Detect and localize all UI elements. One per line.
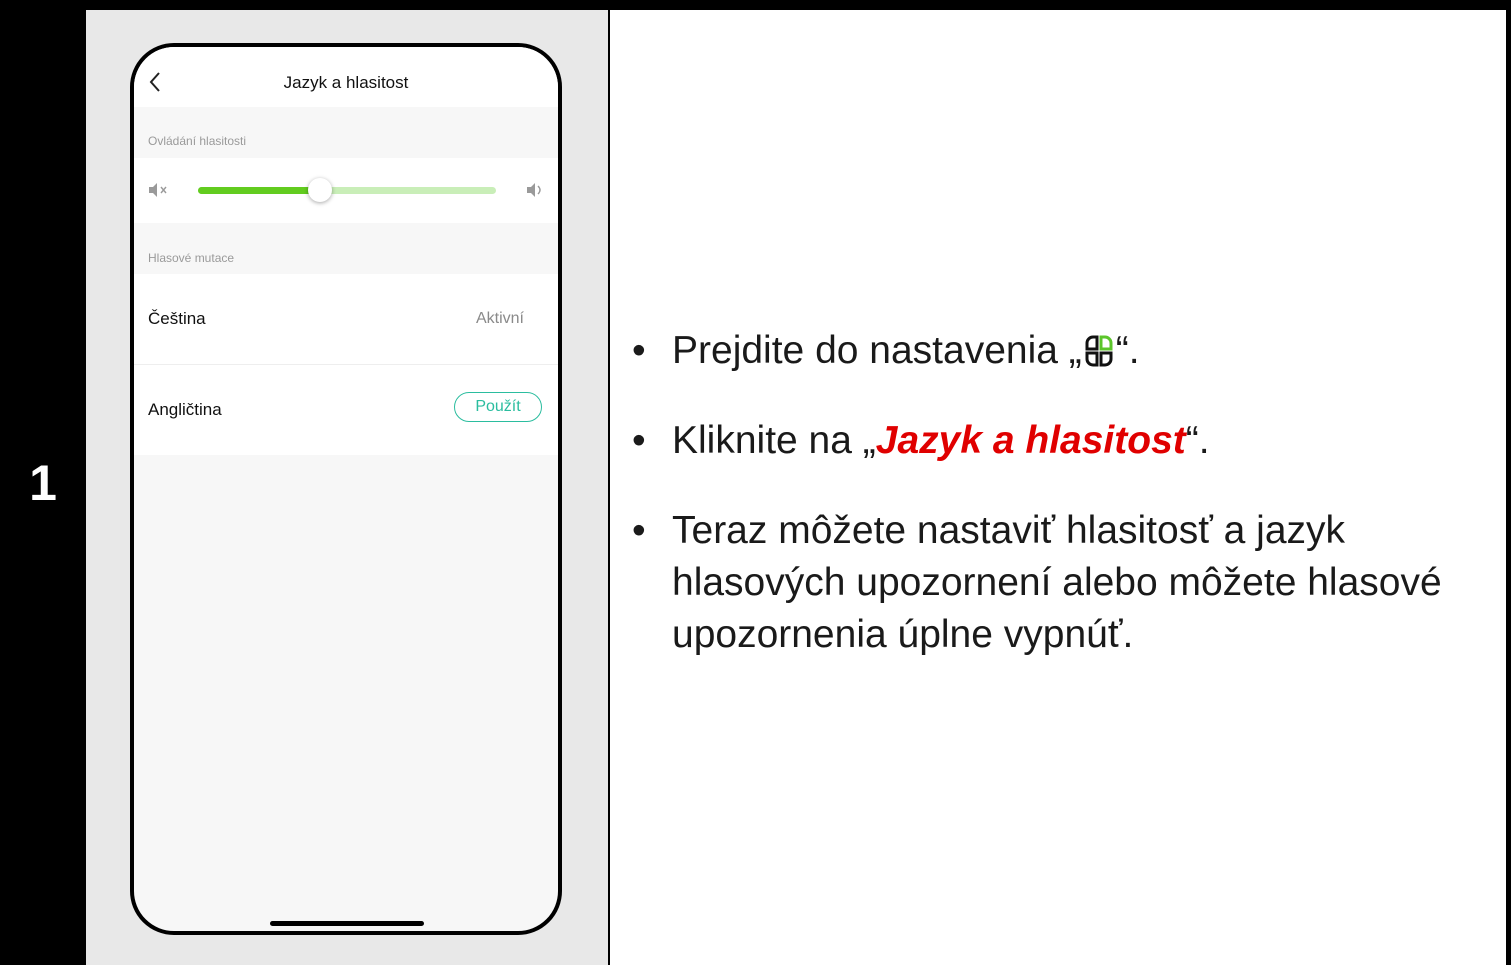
volume-up-icon bbox=[527, 183, 541, 197]
volume-control bbox=[134, 158, 558, 223]
instruction-text: Prejdite do nastavenia „ bbox=[672, 329, 1082, 372]
instruction-text: Kliknite na „ bbox=[672, 419, 876, 462]
instruction-list: • Prejdite do nastavenia „ “. • Kliknite… bbox=[622, 325, 1482, 699]
instruction-item: • Kliknite na „Jazyk a hlasitost“. bbox=[622, 415, 1482, 467]
bullet: • bbox=[632, 329, 646, 372]
app-header: Jazyk a hlasitost bbox=[134, 47, 558, 107]
volume-slider[interactable] bbox=[198, 178, 496, 202]
step-number: 1 bbox=[29, 454, 57, 511]
settings-grid-icon bbox=[1085, 335, 1113, 367]
step-column: 1 bbox=[0, 10, 86, 965]
column-divider bbox=[608, 10, 610, 965]
language-row-czech[interactable]: Čeština Aktivní bbox=[134, 274, 558, 365]
bullet: • bbox=[632, 509, 646, 552]
instruction-item: • Teraz môžete nastaviť hlasitosť a jazy… bbox=[622, 505, 1482, 661]
volume-slider-thumb[interactable] bbox=[308, 178, 333, 202]
home-indicator[interactable] bbox=[270, 921, 424, 926]
highlighted-menu-name: Jazyk a hlasitost bbox=[875, 419, 1186, 462]
top-border bbox=[0, 0, 1511, 10]
volume-section-label: Ovládání hlasitosti bbox=[148, 134, 247, 148]
language-name: Angličtina bbox=[148, 400, 222, 419]
language-status: Aktivní bbox=[475, 310, 524, 327]
instruction-text-end: “. bbox=[1185, 419, 1210, 462]
instruction-text-end: “. bbox=[1115, 329, 1140, 372]
bullet: • bbox=[632, 419, 646, 462]
volume-mute-icon bbox=[149, 183, 167, 197]
use-language-button[interactable]: Použít bbox=[454, 392, 542, 422]
instruction-item: • Prejdite do nastavenia „ “. bbox=[622, 325, 1482, 377]
phone-panel: Jazyk a hlasitost Ovládání hlasitosti Hl… bbox=[86, 10, 608, 965]
phone-screen: Jazyk a hlasitost Ovládání hlasitosti Hl… bbox=[130, 43, 562, 935]
language-name: Čeština bbox=[148, 309, 206, 328]
volume-slider-fill bbox=[198, 187, 321, 194]
right-border bbox=[1506, 0, 1511, 965]
instruction-frame: 1 Jazyk a hlasitost Ovládání hlasitosti bbox=[0, 0, 1511, 965]
instruction-text: Teraz môžete nastaviť hlasitosť a jazyk … bbox=[672, 509, 1442, 656]
language-row-english: Angličtina Použít bbox=[134, 365, 558, 455]
voice-section-label: Hlasové mutace bbox=[148, 251, 235, 265]
page-title: Jazyk a hlasitost bbox=[283, 73, 409, 92]
